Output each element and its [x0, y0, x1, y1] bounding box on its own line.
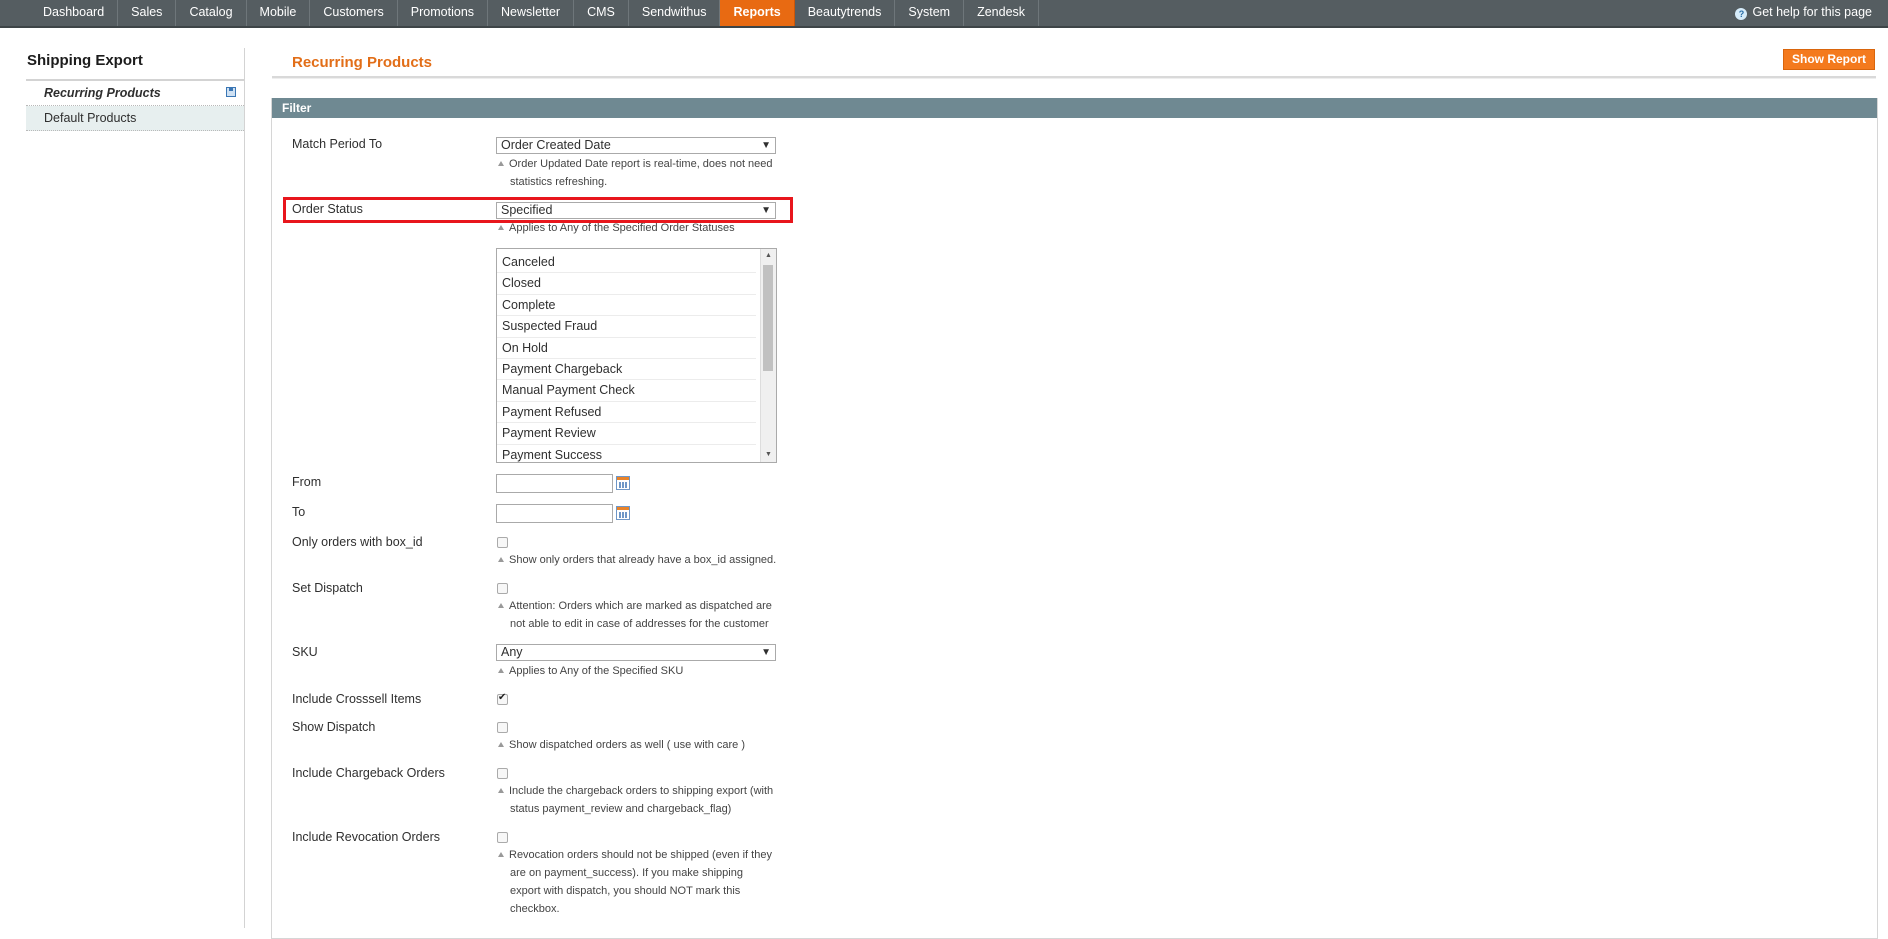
list-item[interactable]: Payment Refused — [497, 402, 756, 424]
list-item[interactable]: Complete — [497, 295, 756, 317]
list-item[interactable]: Payment Chargeback — [497, 359, 756, 381]
nav-dashboard[interactable]: Dashboard — [30, 0, 119, 26]
to-label: To — [292, 505, 306, 519]
scroll-down-icon[interactable]: ▼ — [761, 448, 776, 462]
sku-note: Applies to Any of the Specified SKU — [498, 662, 788, 680]
hint-arrow-icon — [498, 668, 504, 673]
to-date-input[interactable] — [496, 504, 613, 523]
crosssell-label: Include Crosssell Items — [292, 692, 422, 706]
hint-arrow-icon — [498, 557, 504, 562]
hint-arrow-icon — [498, 603, 504, 608]
show-dispatch-note: Show dispatched orders as well ( use wit… — [498, 736, 788, 754]
nav-system[interactable]: System — [895, 0, 965, 26]
chargeback-checkbox[interactable] — [497, 768, 508, 779]
nav-promotions[interactable]: Promotions — [398, 0, 489, 26]
calendar-icon[interactable] — [616, 506, 630, 520]
help-link[interactable]: ? Get help for this page — [1735, 0, 1872, 24]
sidebar-item-label: Default Products — [44, 111, 137, 125]
list-item[interactable]: Suspected Fraud — [497, 316, 756, 338]
show-dispatch-label: Show Dispatch — [292, 720, 376, 734]
list-item[interactable]: Manual Payment Check — [497, 380, 756, 402]
list-item[interactable]: Payment Success — [497, 445, 756, 462]
match-period-value: Order Created Date — [501, 138, 611, 152]
nav-catalog[interactable]: Catalog — [176, 0, 247, 26]
from-date-input[interactable] — [496, 474, 613, 493]
revocation-checkbox[interactable] — [497, 832, 508, 843]
box-id-label: Only orders with box_id — [292, 535, 423, 549]
box-id-note: Show only orders that already have a box… — [498, 551, 788, 569]
list-item[interactable]: Payment Review — [497, 423, 756, 445]
nav-beautytrends[interactable]: Beautytrends — [795, 0, 896, 26]
dropdown-arrow-icon: ▼ — [761, 647, 771, 658]
chargeback-note: Include the chargeback orders to shippin… — [498, 782, 788, 818]
from-label: From — [292, 475, 322, 489]
box-id-checkbox[interactable] — [497, 537, 508, 548]
nav-cms[interactable]: CMS — [574, 0, 629, 26]
show-dispatch-checkbox[interactable] — [497, 722, 508, 733]
top-navigation: Dashboard Sales Catalog Mobile Customers… — [0, 0, 1888, 28]
sidebar-title: Shipping Export — [26, 48, 244, 81]
filter-heading: Filter — [272, 98, 1877, 118]
hint-arrow-icon — [498, 742, 504, 747]
sku-value: Any — [501, 645, 523, 659]
revocation-note: Revocation orders should not be shipped … — [498, 846, 788, 918]
nav-customers[interactable]: Customers — [310, 0, 398, 26]
sidebar-item-default-products[interactable]: Default Products — [26, 106, 244, 131]
dropdown-arrow-icon: ▼ — [761, 140, 771, 151]
save-icon[interactable] — [226, 87, 236, 97]
sidebar: Shipping Export Recurring Products Defau… — [26, 48, 244, 131]
sidebar-divider — [244, 48, 245, 928]
help-icon: ? — [1735, 8, 1748, 20]
set-dispatch-note: Attention: Orders which are marked as di… — [498, 597, 788, 633]
nav-sales[interactable]: Sales — [118, 0, 177, 26]
title-divider — [272, 76, 1876, 79]
nav-reports[interactable]: Reports — [720, 0, 795, 26]
nav-mobile[interactable]: Mobile — [247, 0, 311, 26]
scrollbar-thumb[interactable] — [763, 265, 773, 371]
sku-select[interactable]: Any ▼ — [496, 644, 776, 661]
help-label: Get help for this page — [1752, 5, 1872, 19]
match-period-label: Match Period To — [292, 137, 383, 151]
chargeback-label: Include Chargeback Orders — [292, 766, 445, 780]
page-title: Recurring Products — [292, 54, 433, 71]
nav-zendesk[interactable]: Zendesk — [964, 0, 1040, 26]
match-period-select[interactable]: Order Created Date ▼ — [496, 137, 776, 154]
list-item[interactable]: Canceled — [497, 252, 756, 274]
nav-sendwithus[interactable]: Sendwithus — [629, 0, 721, 26]
order-status-note: Applies to Any of the Specified Order St… — [498, 219, 788, 237]
revocation-label: Include Revocation Orders — [292, 830, 440, 844]
hint-arrow-icon — [498, 788, 504, 793]
hint-arrow-icon — [498, 225, 504, 230]
scroll-up-icon[interactable]: ▲ — [761, 249, 776, 263]
match-period-note: Order Updated Date report is real-time, … — [498, 155, 788, 191]
list-item[interactable]: Closed — [497, 273, 756, 295]
scrollbar[interactable]: ▲ ▼ — [760, 249, 776, 462]
crosssell-checkbox[interactable] — [497, 692, 508, 705]
hint-arrow-icon — [498, 852, 504, 857]
sidebar-item-label: Recurring Products — [44, 86, 161, 100]
show-report-button[interactable]: Show Report — [1783, 49, 1875, 70]
set-dispatch-checkbox[interactable] — [497, 583, 508, 594]
sku-label: SKU — [292, 645, 318, 659]
nav-newsletter[interactable]: Newsletter — [488, 0, 575, 26]
sidebar-item-recurring-products[interactable]: Recurring Products — [26, 81, 244, 106]
order-status-multiselect[interactable]: Canceled Closed Complete Suspected Fraud… — [496, 248, 777, 463]
hint-arrow-icon — [498, 161, 504, 166]
set-dispatch-label: Set Dispatch — [292, 581, 363, 595]
calendar-icon[interactable] — [616, 476, 630, 490]
list-item[interactable]: On Hold — [497, 338, 756, 359]
